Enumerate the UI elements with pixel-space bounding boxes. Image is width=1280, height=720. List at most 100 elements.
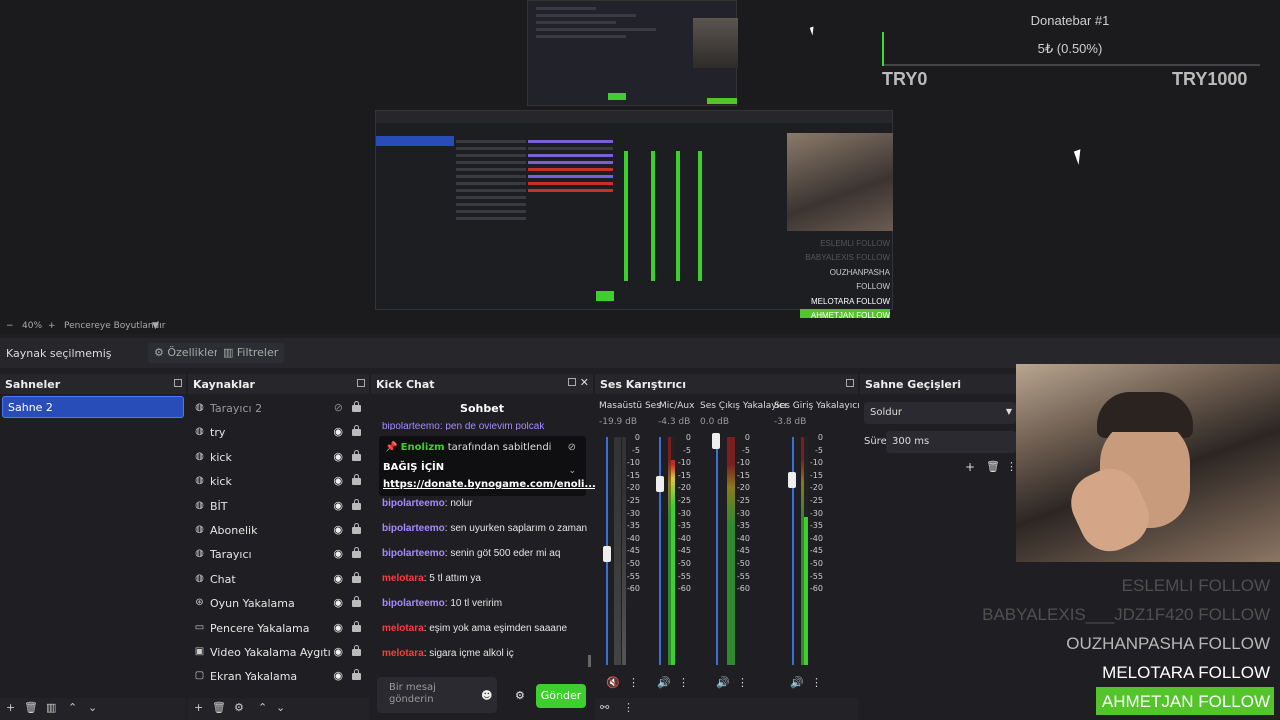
eye-icon[interactable]: ◉ (333, 596, 343, 609)
sources-header: Kaynaklar (188, 374, 369, 394)
properties-button[interactable]: ⚙ Özellikler (148, 343, 225, 363)
eye-hidden-icon[interactable]: ⊘ (334, 401, 343, 414)
zoom-in-icon[interactable]: + (48, 321, 56, 331)
chevron-down-icon[interactable]: ⌄ (88, 701, 97, 714)
chevron-down-icon[interactable]: ▼ (152, 321, 159, 331)
source-row[interactable]: ◍ kick ◉ (188, 445, 369, 469)
lock-icon[interactable] (352, 449, 361, 461)
lock-icon[interactable] (352, 498, 361, 510)
undock-icon[interactable] (357, 379, 365, 387)
add-icon[interactable]: + (6, 701, 15, 714)
volume-slider-track[interactable] (659, 437, 661, 665)
eye-icon[interactable]: ◉ (333, 425, 343, 438)
transition-select[interactable]: Soldur ▼ (864, 402, 1016, 424)
eye-icon[interactable]: ◉ (333, 474, 343, 487)
undock-icon[interactable] (846, 379, 854, 387)
source-row[interactable]: ◍ Abonelik ◉ (188, 518, 369, 542)
mixer-channel-name: Ses Giriş Yakalayıcı (774, 401, 860, 411)
eye-icon[interactable]: ◉ (333, 450, 343, 463)
speaker-icon[interactable]: 🔊 (657, 676, 671, 689)
undock-icon[interactable] (174, 379, 182, 387)
webcam-hair (1097, 392, 1193, 432)
eye-icon[interactable]: ◉ (333, 523, 343, 536)
nested-webcam (787, 133, 893, 231)
lock-icon[interactable] (352, 401, 361, 412)
volume-slider-knob[interactable] (712, 433, 720, 449)
gear-icon[interactable]: ⚙ (515, 689, 525, 702)
lock-icon[interactable] (352, 571, 361, 583)
chevron-up-icon[interactable]: ⌃ (258, 701, 267, 714)
speaker-icon[interactable]: 🔊 (716, 676, 730, 689)
chat-scrollbar[interactable] (588, 655, 591, 667)
globe-icon: ◍ (195, 475, 204, 487)
scene-item[interactable]: Sahne 2 (2, 396, 184, 418)
chevron-down-icon[interactable]: ⌄ (276, 701, 285, 714)
eye-icon[interactable]: ◉ (333, 499, 343, 512)
nested-follow-small (707, 98, 737, 104)
eye-icon[interactable]: ◉ (333, 669, 343, 682)
link-icon[interactable]: ⚯ (600, 701, 609, 714)
close-icon[interactable]: ✕ (580, 376, 589, 389)
source-row[interactable]: ⊛ Oyun Yakalama ◉ (188, 591, 369, 615)
eye-icon[interactable]: ◉ (333, 645, 343, 658)
speaker-icon[interactable]: 🔊 (790, 676, 804, 689)
source-row[interactable]: ◍ Tarayıcı 2 ⊘ (188, 396, 369, 420)
pinned-link[interactable]: https://donate.bynogame.com/enoli... (383, 479, 596, 490)
lock-icon[interactable] (352, 596, 361, 608)
lock-icon[interactable] (352, 474, 361, 486)
undock-icon[interactable] (568, 378, 576, 386)
more-icon[interactable]: ⋮ (628, 676, 639, 689)
no-source-label: Kaynak seçilmemiş (6, 347, 112, 360)
mouse-cursor-icon (1073, 149, 1086, 165)
source-row[interactable]: ▭ Pencere Yakalama ◉ (188, 616, 369, 640)
eye-icon[interactable]: ◉ (333, 572, 343, 585)
more-icon[interactable]: ⋮ (811, 676, 822, 689)
lock-icon[interactable] (352, 522, 361, 534)
gear-icon[interactable]: ⚙ (234, 701, 244, 714)
volume-slider-track[interactable] (716, 437, 718, 665)
source-row[interactable]: ◍ Chat ◉ (188, 567, 369, 591)
add-icon[interactable]: + (965, 460, 975, 474)
fit-window-label[interactable]: Pencereye Boyutlandır (64, 321, 165, 331)
preview-toolbar: − 40% + Pencereye Boyutlandır ▼ (0, 318, 1280, 334)
volume-slider-knob[interactable] (656, 476, 664, 492)
source-row[interactable]: ◍ BİT ◉ (188, 494, 369, 518)
preview-canvas[interactable]: ESLEMLI FOLLOW BABYALEXIS FOLLOW OUZHANP… (0, 0, 1280, 324)
more-icon[interactable]: ⋮ (737, 676, 748, 689)
donatebar-progress: 5₺ (0.50%) (1037, 41, 1103, 56)
pinned-message[interactable]: 📌 Enolizm tarafından sabitlendi ⊘ BAĞIŞ … (379, 436, 596, 496)
volume-slider-knob[interactable] (788, 472, 796, 488)
more-icon[interactable]: ⋮ (678, 676, 689, 689)
add-icon[interactable]: + (194, 701, 203, 714)
source-row[interactable]: ▢ Ekran Yakalama ◉ (188, 664, 369, 688)
source-row[interactable]: ◍ try ◉ (188, 420, 369, 444)
meter-scale: 0 -5 -10 -15 -20 -25 -30 -35 -40 -45 -50 -55 -60 (677, 433, 691, 594)
unpin-icon[interactable]: ⊘ (568, 442, 576, 453)
lock-icon[interactable] (352, 547, 361, 559)
trash-icon[interactable]: 🗑 (24, 701, 38, 714)
source-row[interactable]: ◍ kick ◉ (188, 469, 369, 493)
zoom-out-icon[interactable]: − (6, 321, 14, 331)
chevron-up-icon[interactable]: ⌃ (68, 701, 77, 714)
chat-message: melotara: eşim yok ama eşimden saaane (382, 623, 568, 634)
duration-field[interactable]: 300 ms (886, 431, 1016, 453)
send-button[interactable]: Gönder (536, 684, 586, 708)
mute-icon[interactable]: 🔇 (606, 676, 620, 689)
volume-slider-knob[interactable] (603, 546, 611, 562)
filter-icon[interactable]: ▥ (46, 701, 56, 714)
eye-icon[interactable]: ◉ (333, 621, 343, 634)
trash-icon[interactable]: 🗑 (212, 701, 226, 714)
lock-icon[interactable] (352, 620, 361, 632)
lock-icon[interactable] (352, 425, 361, 437)
filters-button[interactable]: ▥ Filtreler (217, 343, 285, 363)
lock-icon[interactable] (352, 644, 361, 656)
source-row[interactable]: ◍ Tarayıcı ◉ (188, 542, 369, 566)
eye-icon[interactable]: ◉ (333, 547, 343, 560)
emoji-icon[interactable]: ☻ (481, 689, 492, 702)
chat-input[interactable]: Bir mesaj gönderin (377, 677, 497, 713)
lock-icon[interactable] (352, 669, 361, 681)
source-row[interactable]: ▣ Video Yakalama Aygıtı ◉ (188, 640, 369, 664)
more-icon[interactable]: ⋮ (623, 701, 634, 714)
trash-icon[interactable]: 🗑 (986, 460, 1000, 473)
chevron-down-icon[interactable]: ⌄ (568, 466, 576, 476)
